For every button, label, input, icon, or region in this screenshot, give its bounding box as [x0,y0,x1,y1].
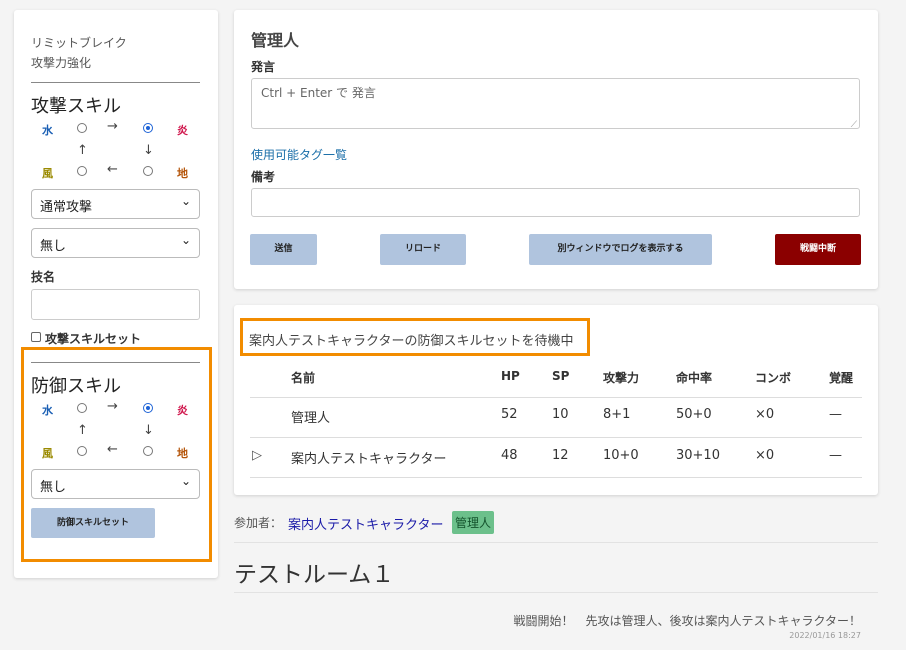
col-hp: HP [501,369,520,383]
participants-label: 参加者： [234,516,283,530]
attack-skill-heading: 攻撃スキル [31,96,121,117]
element-fire-label: 炎 [177,124,188,137]
col-combo: コンボ [755,371,792,385]
defense-skill-highlight [21,347,212,562]
battle-status-card: 案内人テストキャラクターの防御スキルセットを待機中 名前 HP SP 攻撃力 命… [234,305,878,495]
notes-input[interactable] [251,188,860,217]
element-wind-label: 風 [42,167,53,180]
col-accuracy: 命中率 [676,371,713,385]
abort-battle-button[interactable]: 戦闘中断 [775,234,861,265]
combo-value: ×0 [755,407,775,422]
hp-value: 48 [501,448,518,463]
speech-placeholder: Ctrl + Enter で 発言 [261,86,376,100]
col-name: 名前 [291,371,316,385]
attack-boost-label: 攻撃力強化 [31,56,92,70]
speech-textarea[interactable]: Ctrl + Enter で 発言 ⟋ [251,78,860,130]
send-button[interactable]: 送信 [250,234,317,265]
row-divider [250,437,862,438]
divider [31,82,200,83]
col-attack: 攻撃力 [603,371,640,385]
accuracy-value: 50+0 [676,407,712,422]
arrow-up-icon: ↑ [77,143,88,158]
sp-value: 10 [552,407,569,422]
waiting-message: 案内人テストキャラクターの防御スキルセットを待機中 [249,334,574,349]
row-divider [250,397,862,398]
chevron-down-icon: ⌄ [180,233,191,247]
participant-link[interactable]: 案内人テストキャラクター [288,514,443,533]
resize-handle-icon[interactable]: ⟋ [851,120,857,130]
divider [234,592,878,593]
attack-skill-set-checkbox[interactable] [31,332,41,342]
element-earth-label: 地 [177,167,188,180]
attack-skill-value: 無し [40,239,67,254]
reload-button[interactable]: リロード [380,234,466,265]
character-name: 案内人テストキャラクター [291,452,447,467]
speech-form-card: 管理人 発言 Ctrl + Enter で 発言 ⟋ 使用可能タグ一覧 備考 送… [234,10,878,289]
col-awaken: 覚醒 [829,371,854,385]
attack-skill-select[interactable]: 無し ⌄ [31,228,200,258]
skill-name-input[interactable] [31,289,200,320]
arrow-right-icon: → [107,119,118,134]
attack-value: 8+1 [603,407,631,422]
character-name: 管理人 [291,411,331,426]
element-water-label: 水 [42,124,53,137]
skill-name-label: 技名 [31,270,56,284]
row-divider [250,477,862,478]
awaken-value: — [829,407,842,422]
chevron-down-icon: ⌄ [180,194,191,208]
turn-marker-icon: ▷ [252,448,262,463]
hp-value: 52 [501,407,518,422]
radio-wind[interactable] [77,166,87,176]
arrow-down-icon: ↓ [143,143,154,158]
log-message: 戦闘開始！ 先攻は管理人、後攻は案内人テストキャラクター！ [513,614,861,628]
arrow-left-icon: ← [107,162,118,177]
col-sp: SP [552,369,570,383]
speaker-name: 管理人 [251,31,300,50]
radio-earth[interactable] [143,166,153,176]
speech-label: 発言 [251,60,276,74]
available-tags-link[interactable]: 使用可能タグ一覧 [251,146,347,163]
notes-label: 備考 [251,170,276,184]
sp-value: 12 [552,448,569,463]
accuracy-value: 30+10 [676,448,720,463]
limit-break-label: リミットブレイク [31,36,127,50]
radio-fire[interactable] [143,123,153,133]
attack-type-select[interactable]: 通常攻撃 ⌄ [31,189,200,219]
divider [234,542,878,543]
attack-skill-set-label: 攻撃スキルセット [45,332,142,346]
room-title: テストルーム１ [234,562,395,588]
participant-tag-current: 管理人 [452,511,495,534]
attack-type-value: 通常攻撃 [40,200,93,215]
awaken-value: — [829,448,842,463]
radio-water[interactable] [77,123,87,133]
log-timestamp: 2022/01/16 18:27 [789,631,861,640]
open-log-window-button[interactable]: 別ウィンドウでログを表示する [529,234,712,265]
attack-value: 10+0 [603,448,639,463]
combo-value: ×0 [755,448,775,463]
